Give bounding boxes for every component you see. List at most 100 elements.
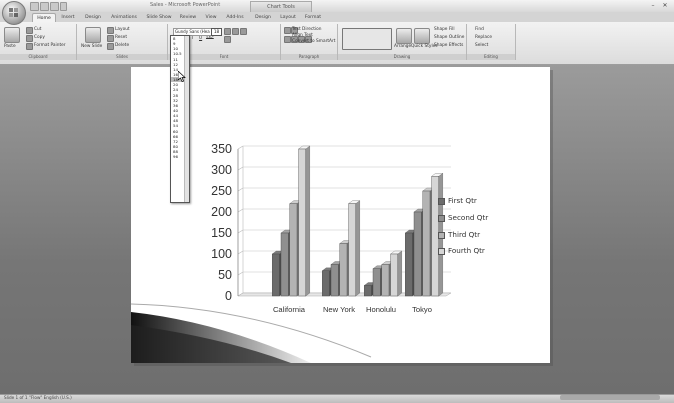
office-button[interactable] <box>2 1 26 25</box>
format-painter-button[interactable]: Format Painter <box>34 43 66 48</box>
shape-outline-button[interactable]: Shape Outline <box>434 35 464 40</box>
legend-label-second-qtr: Second Qtr <box>448 213 489 222</box>
slides-group: New Slide Layout Reset Delete Slides <box>77 24 168 60</box>
close-button[interactable]: ✕ <box>660 2 670 10</box>
clear-formatting-icon[interactable] <box>240 28 247 35</box>
delete-button[interactable]: Delete <box>115 43 129 48</box>
slides-group-label: Slides <box>77 54 167 60</box>
y-tick-label: 200 <box>211 205 232 219</box>
bar <box>289 203 298 297</box>
paste-icon[interactable] <box>4 27 20 43</box>
italic-button[interactable]: I <box>192 36 193 41</box>
cut-icon <box>26 27 33 34</box>
bullets-icon[interactable] <box>284 27 291 34</box>
tab-design[interactable]: Design <box>82 13 104 22</box>
y-tick-label: 0 <box>225 289 232 303</box>
font-color-icon[interactable] <box>224 36 231 43</box>
tab-chart-format[interactable]: Format <box>302 13 324 22</box>
gridline-diagonal <box>237 187 244 192</box>
find-button[interactable]: Find <box>475 27 484 32</box>
strikethrough-button[interactable]: abc <box>206 36 214 41</box>
new-slide-icon[interactable] <box>85 27 101 43</box>
y-tick-label: 250 <box>211 184 232 198</box>
tab-review[interactable]: Review <box>176 13 200 22</box>
copy-button[interactable]: Copy <box>34 35 45 40</box>
shape-effects-button[interactable]: Shape Effects <box>434 43 463 48</box>
font-size-combobox[interactable]: 18 <box>211 28 222 36</box>
tab-slide-show[interactable]: Slide Show <box>144 13 174 22</box>
format-painter-icon <box>26 43 33 50</box>
align-text-button[interactable]: Align Text <box>292 33 313 38</box>
tab-chart-design[interactable]: Design <box>252 13 274 22</box>
bar <box>363 285 372 297</box>
legend-entry: Third Qtr <box>438 230 480 239</box>
shapes-gallery[interactable] <box>342 28 392 50</box>
qat-customize-icon[interactable] <box>60 2 67 11</box>
bar <box>348 203 357 297</box>
shrink-font-icon[interactable] <box>232 28 239 35</box>
quick-styles-icon[interactable] <box>414 28 430 44</box>
tab-chart-layout[interactable]: Layout <box>278 13 298 22</box>
paragraph-group-label: Paragraph <box>281 54 337 60</box>
grow-font-icon[interactable] <box>224 28 231 35</box>
reset-icon <box>107 35 114 42</box>
underline-button[interactable]: U <box>199 36 202 41</box>
y-tick-label: 300 <box>211 163 232 177</box>
bar <box>405 232 413 297</box>
bar <box>413 211 422 297</box>
bar <box>330 264 339 297</box>
convert-smartart-button[interactable]: Convert to SmartArt <box>292 39 335 44</box>
save-icon[interactable] <box>30 2 39 11</box>
x-category-label: New York <box>323 305 355 314</box>
status-text: Slide 1 of 1 "Flow" English (U.S.) <box>4 395 72 400</box>
gridline-diagonal <box>237 145 244 150</box>
gridline-diagonal <box>237 271 244 276</box>
text-direction-button[interactable]: Text Direction <box>292 27 321 32</box>
legend-entry: First Qtr <box>438 196 477 205</box>
align-left-icon[interactable] <box>284 36 291 43</box>
paste-button[interactable]: Paste <box>4 44 16 49</box>
bar <box>372 268 381 297</box>
chart-tools-context-title: Chart Tools <box>250 1 312 12</box>
arrange-icon[interactable] <box>396 28 412 44</box>
clipboard-group: Paste Cut Copy Format Painter Clipboard <box>0 24 77 60</box>
select-button[interactable]: Select <box>475 43 488 48</box>
dropdown-scrollbar[interactable] <box>184 36 189 202</box>
tab-animations[interactable]: Animations <box>106 13 142 22</box>
y-tick-label: 350 <box>211 142 232 156</box>
bar <box>339 243 348 297</box>
new-slide-button[interactable]: New Slide <box>81 44 102 49</box>
bar <box>298 148 307 297</box>
font-size-dropdown-list[interactable]: 8 9 10 10.5 11 12 14 16 18 20 24 28 32 36 40 44 48 54 60 66… <box>170 35 190 203</box>
tab-insert[interactable]: Insert <box>58 13 78 22</box>
delete-icon <box>107 43 114 50</box>
shape-fill-button[interactable]: Shape Fill <box>434 27 455 32</box>
redo-icon[interactable] <box>50 2 59 11</box>
bar <box>422 190 431 297</box>
reset-button[interactable]: Reset <box>115 35 127 40</box>
legend-swatch-fourth-qtr <box>438 247 445 255</box>
window-title: Sales - Microsoft PowerPoint <box>150 2 221 8</box>
gridline-diagonal <box>237 166 244 171</box>
editing-group: Find Replace Select Editing <box>467 24 516 60</box>
bar-side <box>305 145 310 297</box>
bar <box>381 264 390 297</box>
cut-button[interactable]: Cut <box>34 27 41 32</box>
arrange-button[interactable]: Arrange <box>394 44 411 49</box>
y-tick-label: 150 <box>211 226 232 240</box>
layout-button[interactable]: Layout <box>115 27 130 32</box>
legend-swatch-third-qtr <box>438 231 445 239</box>
gridline-diagonal <box>237 229 244 234</box>
zoom-slider[interactable] <box>560 395 660 400</box>
y-tick-label: 50 <box>218 268 232 282</box>
tab-view[interactable]: View <box>202 13 220 22</box>
replace-button[interactable]: Replace <box>475 35 492 40</box>
legend-label-fourth-qtr: Fourth Qtr <box>448 246 485 255</box>
undo-icon[interactable] <box>40 2 49 11</box>
legend-entry: Fourth Qtr <box>438 246 485 255</box>
copy-icon <box>26 35 33 42</box>
minimize-button[interactable]: – <box>648 2 658 10</box>
bar-side <box>355 200 360 297</box>
tab-add-ins[interactable]: Add-Ins <box>224 13 246 22</box>
legend-swatch-first-qtr <box>438 197 445 205</box>
